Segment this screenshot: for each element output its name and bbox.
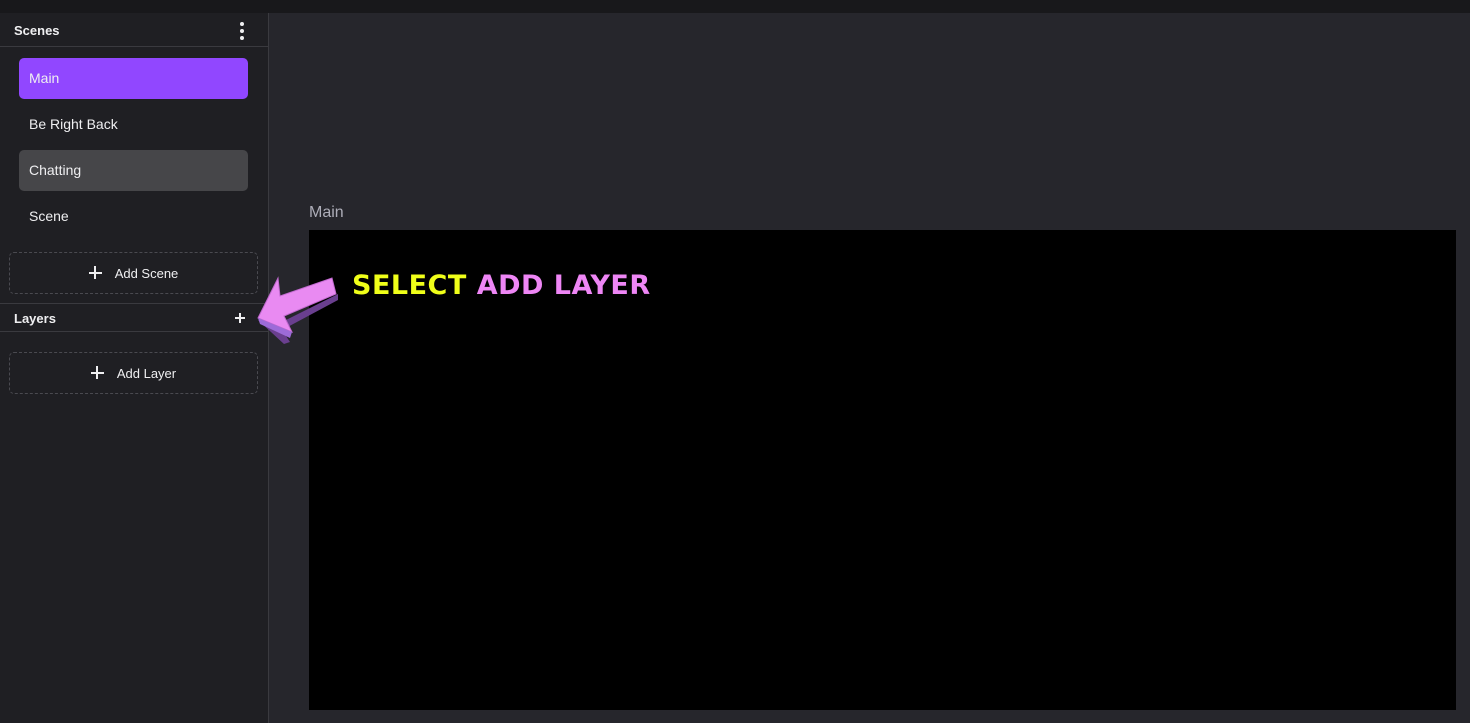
sidebar: Scenes Main Be Right Back Chatting Scene… xyxy=(0,13,269,723)
add-layer-label: Add Layer xyxy=(116,365,177,381)
scene-item-main[interactable]: Main xyxy=(19,58,248,99)
annotation-text: SELECT ADD LAYER xyxy=(352,270,651,301)
add-layer-button[interactable]: Add Layer xyxy=(9,352,258,394)
scene-item-chatting[interactable]: Chatting xyxy=(19,150,248,191)
scenes-title: Scenes xyxy=(14,23,60,38)
annotation-add-layer: ADD LAYER xyxy=(476,270,651,301)
layers-title: Layers xyxy=(14,311,56,326)
add-scene-button[interactable]: Add Scene xyxy=(9,252,258,294)
scene-item-be-right-back[interactable]: Be Right Back xyxy=(19,104,248,145)
annotation-select: SELECT xyxy=(352,270,467,301)
add-layer-plus-icon[interactable] xyxy=(232,310,248,326)
scene-item-scene[interactable]: Scene xyxy=(19,196,248,237)
scenes-header: Scenes xyxy=(0,13,268,47)
preview-scene-name: Main xyxy=(309,204,344,221)
arrow-left-icon xyxy=(257,276,338,344)
preview-canvas xyxy=(309,230,1456,710)
top-bar xyxy=(0,0,1470,13)
kebab-menu-icon[interactable] xyxy=(236,22,248,40)
add-scene-label: Add Scene xyxy=(114,265,179,281)
plus-icon xyxy=(88,266,103,280)
layers-header: Layers xyxy=(0,303,268,332)
plus-icon xyxy=(90,366,105,380)
